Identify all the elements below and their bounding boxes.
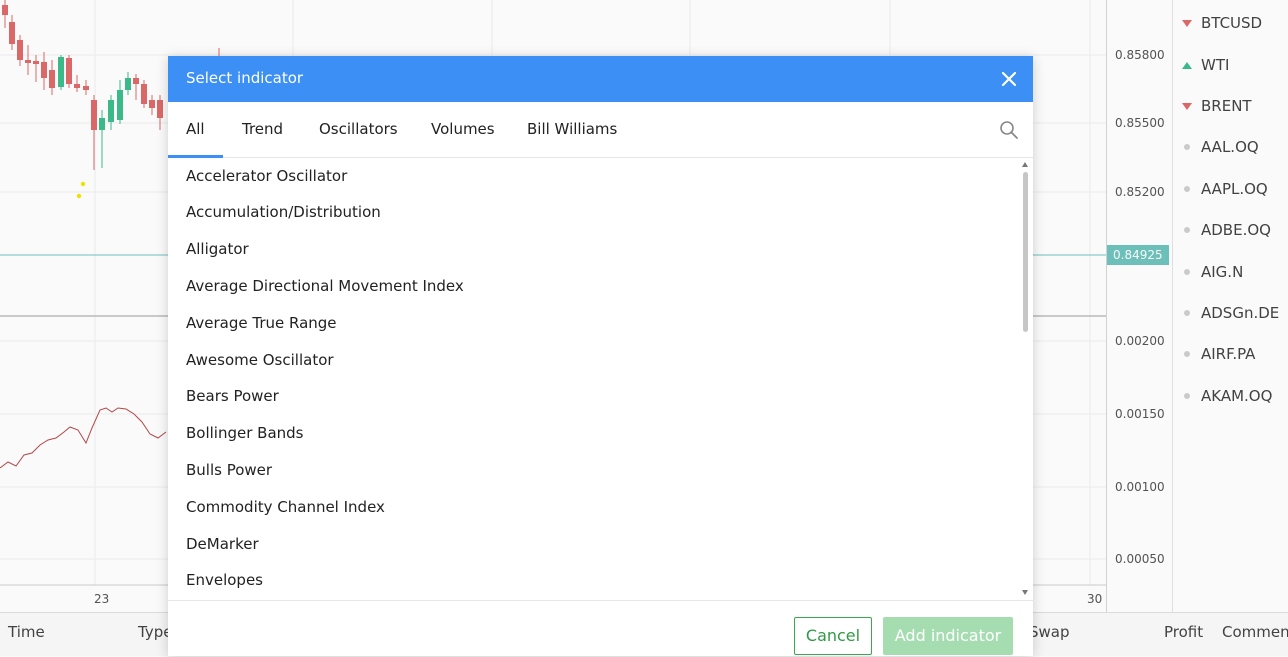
list-item[interactable]: Alligator: [186, 240, 249, 258]
cancel-button[interactable]: Cancel: [794, 617, 872, 655]
tab-volumes[interactable]: Volumes: [431, 102, 495, 157]
list-item[interactable]: Accumulation/Distribution: [186, 203, 381, 221]
tab-oscillators[interactable]: Oscillators: [319, 102, 398, 157]
add-indicator-button[interactable]: Add indicator: [883, 617, 1013, 655]
list-item[interactable]: Commodity Channel Index: [186, 498, 385, 516]
select-indicator-dialog: Select indicator All Trend Oscillators V…: [168, 56, 1033, 656]
list-item[interactable]: Bulls Power: [186, 461, 272, 479]
dialog-header: Select indicator: [168, 56, 1033, 102]
close-icon[interactable]: [997, 67, 1021, 91]
list-item[interactable]: Envelopes: [186, 571, 263, 589]
tab-all[interactable]: All: [168, 102, 222, 158]
search-icon[interactable]: [999, 120, 1019, 140]
list-item[interactable]: Bears Power: [186, 387, 279, 405]
list-scrollbar[interactable]: [1020, 160, 1030, 600]
tab-trend[interactable]: Trend: [242, 102, 283, 157]
list-item[interactable]: Accelerator Oscillator: [186, 167, 347, 185]
list-item[interactable]: Bollinger Bands: [186, 424, 304, 442]
list-item[interactable]: Average Directional Movement Index: [186, 277, 464, 295]
dialog-footer: Cancel Add indicator: [168, 600, 1033, 657]
list-item[interactable]: Awesome Oscillator: [186, 351, 334, 369]
indicator-list[interactable]: Accelerator Oscillator Accumulation/Dist…: [168, 158, 1033, 600]
list-item[interactable]: Average True Range: [186, 314, 337, 332]
dialog-title: Select indicator: [186, 69, 304, 87]
list-item[interactable]: DeMarker: [186, 535, 259, 553]
tab-bill-williams[interactable]: Bill Williams: [527, 102, 617, 157]
indicator-tabs: All Trend Oscillators Volumes Bill Willi…: [168, 102, 1033, 158]
